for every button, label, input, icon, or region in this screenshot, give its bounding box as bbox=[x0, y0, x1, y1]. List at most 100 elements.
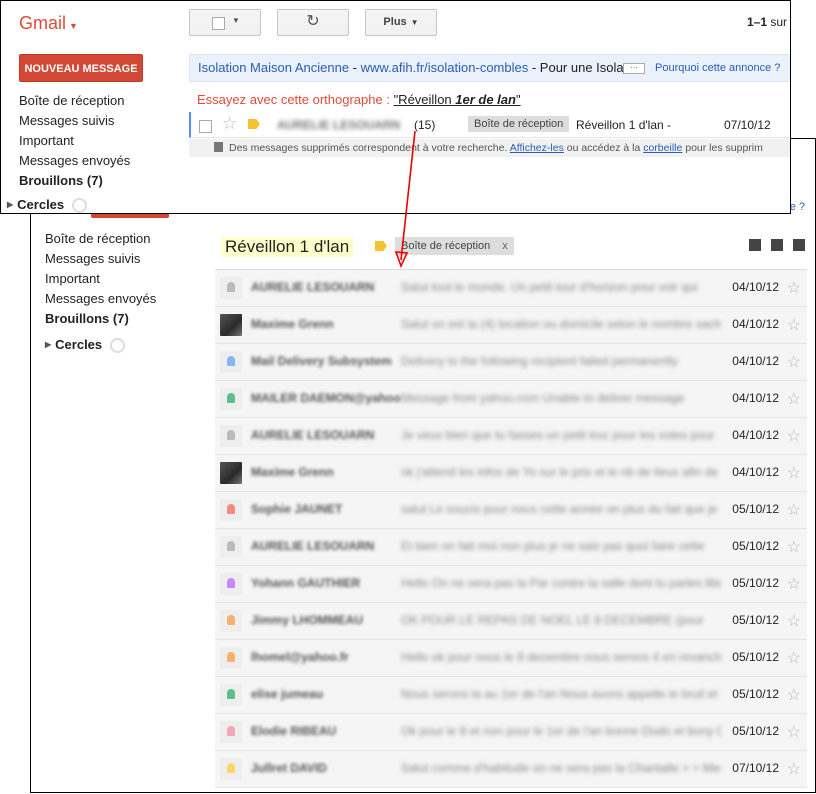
chevron-down-icon: ▼ bbox=[232, 16, 240, 25]
chevron-down-icon: ▼ bbox=[410, 18, 419, 27]
message-row[interactable]: MAILER DAEMON@yahoo.comMessage from yaho… bbox=[215, 381, 807, 418]
message-row[interactable]: elise jumeau Nous serons la au 1er de l'a… bbox=[215, 677, 807, 714]
avatar bbox=[220, 462, 242, 484]
important-marker-icon[interactable] bbox=[248, 119, 260, 129]
avatar-icon bbox=[220, 684, 242, 706]
message-row[interactable]: Sophie JAUNET salut Le soucis pour nous c… bbox=[215, 492, 807, 529]
message-sender: Sophie JAUNET bbox=[251, 502, 343, 516]
sidebar-item-inbox[interactable]: Boîte de réception bbox=[45, 229, 215, 249]
row-checkbox[interactable] bbox=[199, 120, 212, 133]
expand-triangle-icon[interactable]: ▶ bbox=[45, 335, 51, 355]
star-icon[interactable]: ☆ bbox=[787, 759, 801, 779]
ad-more-icon[interactable]: ··· bbox=[623, 63, 645, 74]
new-window-icon[interactable] bbox=[793, 239, 805, 251]
star-icon[interactable]: ☆ bbox=[787, 574, 801, 594]
avatar-icon bbox=[220, 425, 242, 447]
expand-all-icon[interactable] bbox=[749, 239, 761, 251]
message-row[interactable]: AURELIE LESOUARN Je veux bien que tu fass… bbox=[215, 418, 807, 455]
star-icon[interactable]: ☆ bbox=[787, 389, 801, 409]
front-screenshot: Gmail ▼ ▼ ↻ Plus ▼ 1–1 sur NOUVEAU MESSAGE… bbox=[0, 0, 791, 214]
ad-title[interactable]: Isolation Maison Ancienne bbox=[198, 60, 349, 75]
message-row[interactable]: Maxime Grenn Salut on est la (4) location… bbox=[215, 307, 807, 344]
refresh-button[interactable]: ↻ bbox=[277, 9, 349, 36]
sidebar-item-starred[interactable]: Messages suivis bbox=[45, 249, 215, 269]
ad-content[interactable]: Isolation Maison Ancienne - www.afih.fr/… bbox=[198, 55, 624, 81]
deleted-suffix: pour les supprim bbox=[682, 142, 763, 154]
message-snippet: Salut tout le monde. Un petit tour d'hor… bbox=[401, 280, 698, 294]
message-sender: Yohann GAUTHIER bbox=[251, 576, 361, 590]
message-row[interactable]: AURELIE LESOUARN Et bien on fait moi non … bbox=[215, 529, 807, 566]
sidebar-item-important[interactable]: Important bbox=[45, 269, 215, 289]
pagination-suffix: sur bbox=[770, 15, 788, 29]
conversation-actions bbox=[749, 239, 805, 251]
label-chip-inbox[interactable]: Boîte de réception bbox=[468, 116, 570, 132]
mail-row[interactable]: ☆ AURELIE LESOUARN (15) Boîte de récepti… bbox=[189, 112, 790, 138]
sidebar-item-circles[interactable]: ▶ Cercles bbox=[45, 335, 215, 355]
star-icon[interactable]: ☆ bbox=[787, 648, 801, 668]
more-button[interactable]: Plus ▼ bbox=[365, 9, 437, 36]
star-icon[interactable]: ☆ bbox=[222, 114, 237, 134]
star-icon[interactable]: ☆ bbox=[787, 463, 801, 483]
circles-icon bbox=[72, 197, 88, 213]
star-icon[interactable]: ☆ bbox=[787, 426, 801, 446]
sidebar-item-drafts[interactable]: Brouillons (7) bbox=[45, 309, 215, 329]
print-icon[interactable] bbox=[771, 239, 783, 251]
avatar-icon bbox=[220, 536, 242, 558]
message-sender: Jullret DAVID bbox=[251, 761, 327, 775]
compose-button[interactable]: NOUVEAU MESSAGE bbox=[19, 54, 143, 82]
message-row[interactable]: AURELIE LESOUARN Salut tout le monde. Un … bbox=[215, 270, 807, 307]
message-sender: AURELIE LESOUARN bbox=[251, 539, 375, 553]
star-icon[interactable]: ☆ bbox=[787, 611, 801, 631]
avatar-icon bbox=[220, 277, 242, 299]
deleted-prefix: Des messages supprimés correspondent à v… bbox=[229, 142, 510, 154]
avatar-icon bbox=[220, 721, 242, 743]
ad-url[interactable]: www.afih.fr/isolation-combles bbox=[361, 60, 529, 75]
sidebar-item-drafts[interactable]: Brouillons (7) bbox=[19, 171, 184, 191]
message-date: 04/10/12 bbox=[732, 280, 779, 294]
message-row[interactable]: Yohann GAUTHIER Hello On ne sera pas la P… bbox=[215, 566, 807, 603]
show-deleted-link[interactable]: Affichez-les bbox=[510, 142, 564, 154]
message-date: 05/10/12 bbox=[732, 650, 779, 664]
star-icon[interactable]: ☆ bbox=[787, 278, 801, 298]
sidebar-item-inbox[interactable]: Boîte de réception bbox=[19, 91, 184, 111]
back-screenshot: e ? Boîte de réception Messages suivis I… bbox=[30, 138, 816, 793]
message-row[interactable]: Maxime Grenn ok j'attend les infos de Yo … bbox=[215, 455, 807, 492]
message-row[interactable]: Jimmy LHOMMEAU OK POUR LE REPAS DE NOEL L… bbox=[215, 603, 807, 640]
thread-count: (15) bbox=[414, 118, 436, 132]
message-date: 04/10/12 bbox=[732, 317, 779, 331]
message-snippet: Salut comme d'habitude on ne sera pas la… bbox=[401, 761, 721, 775]
message-sender: Elodie RIBEAU bbox=[251, 724, 337, 738]
remove-label-icon[interactable]: x bbox=[502, 240, 508, 252]
conversation-header: Réveillon 1 d'lan Boîte de réception x bbox=[215, 234, 805, 262]
star-icon[interactable]: ☆ bbox=[787, 352, 801, 372]
star-icon[interactable]: ☆ bbox=[787, 315, 801, 335]
star-icon[interactable]: ☆ bbox=[787, 500, 801, 520]
message-date: 05/10/12 bbox=[732, 502, 779, 516]
ad-why-link[interactable]: Pourquoi cette annonce ? bbox=[655, 55, 780, 81]
star-icon[interactable]: ☆ bbox=[787, 722, 801, 742]
message-row[interactable]: lhomel@yahoo.fr Hello ok pour nous le 8 d… bbox=[215, 640, 807, 677]
message-row[interactable]: Jullret DAVID Salut comme d'habitude on n… bbox=[215, 751, 807, 788]
select-checkbox-icon bbox=[212, 17, 225, 30]
select-button[interactable]: ▼ bbox=[189, 9, 261, 36]
message-sender: Maxime Grenn bbox=[251, 317, 334, 331]
important-marker-icon[interactable] bbox=[375, 241, 387, 251]
star-icon[interactable]: ☆ bbox=[787, 537, 801, 557]
message-row[interactable]: Elodie RIBEAU Ok pour le 8 et non pour le… bbox=[215, 714, 807, 751]
ad-why-peek[interactable]: e ? bbox=[790, 201, 805, 213]
message-date: 05/10/12 bbox=[732, 539, 779, 553]
sidebar-item-starred[interactable]: Messages suivis bbox=[19, 111, 184, 131]
message-row[interactable]: Mail Delivery Subsystem Delivery to the f… bbox=[215, 344, 807, 381]
message-snippet: Hello ok pour nous le 8 decembre nous se… bbox=[401, 650, 721, 664]
message-list: AURELIE LESOUARN Salut tout le monde. Un … bbox=[215, 269, 807, 788]
sidebar-item-sent[interactable]: Messages envoyés bbox=[19, 151, 184, 171]
sidebar-item-important[interactable]: Important bbox=[19, 131, 184, 151]
ad-tail: - Pour une Isola bbox=[528, 60, 624, 75]
gmail-logo[interactable]: Gmail ▼ bbox=[19, 13, 78, 34]
spelling-suggestion-link[interactable]: "Réveillon 1er de lan" bbox=[394, 92, 521, 107]
expand-triangle-icon[interactable]: ▶ bbox=[7, 195, 13, 213]
sidebar-item-sent[interactable]: Messages envoyés bbox=[45, 289, 215, 309]
star-icon[interactable]: ☆ bbox=[787, 685, 801, 705]
sidebar-item-circles[interactable]: ▶ Cercles bbox=[7, 195, 184, 213]
trash-link[interactable]: corbeille bbox=[643, 142, 682, 154]
